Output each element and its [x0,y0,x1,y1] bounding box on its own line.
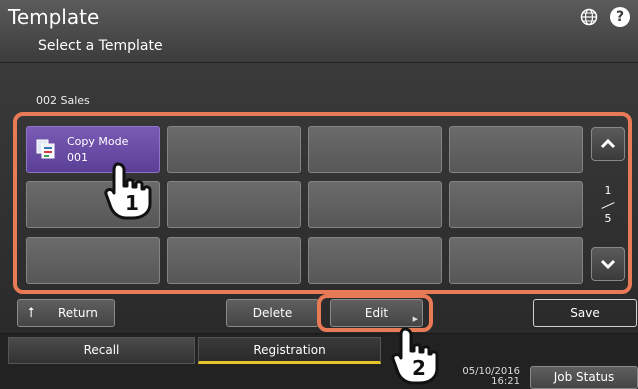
job-status-button[interactable]: Job Status [530,366,638,389]
tab-recall[interactable]: Recall [8,337,195,364]
scroll-up-button[interactable] [591,127,625,161]
chevron-down-icon [600,259,616,270]
globe-icon[interactable] [580,8,598,26]
template-slot[interactable] [308,181,442,228]
template-slot[interactable] [449,126,583,173]
save-button[interactable]: Save [533,299,637,327]
title-bar: Template Select a Template ? [0,0,638,63]
return-arrow-icon: ⭡ [28,305,35,321]
return-button[interactable]: ⭡ Return [17,299,115,327]
chevron-up-icon [600,138,616,149]
hand-pointer-icon: 1 [104,162,152,220]
template-slot[interactable] [308,126,442,173]
template-slot[interactable] [26,237,160,284]
tab-registration[interactable]: Registration [198,337,381,364]
delete-button[interactable]: Delete [226,299,319,327]
return-label: Return [58,306,98,320]
datetime-display: 05/10/2016 16:21 [452,367,520,387]
template-slot[interactable] [308,237,442,284]
group-label: 002 Sales [36,94,90,107]
template-number: 001 [67,151,88,164]
time-text: 16:21 [491,376,520,387]
template-slot[interactable] [167,237,301,284]
scroll-down-button[interactable] [591,247,625,281]
copy-mode-icon [36,139,55,159]
template-slot[interactable] [167,181,301,228]
callout-step-1: 1 [125,191,139,215]
template-name: Copy Mode [67,135,129,148]
page-subtitle: Select a Template [38,38,163,54]
hand-pointer-icon: 2 [391,327,439,385]
template-slot[interactable] [449,237,583,284]
template-slot[interactable] [449,181,583,228]
page-title: Template [8,5,100,29]
page-total: 5 [604,212,612,225]
help-icon[interactable]: ? [610,7,630,27]
page-current: 1 [604,184,612,197]
callout-step-2: 2 [412,356,426,380]
template-slot[interactable] [167,126,301,173]
